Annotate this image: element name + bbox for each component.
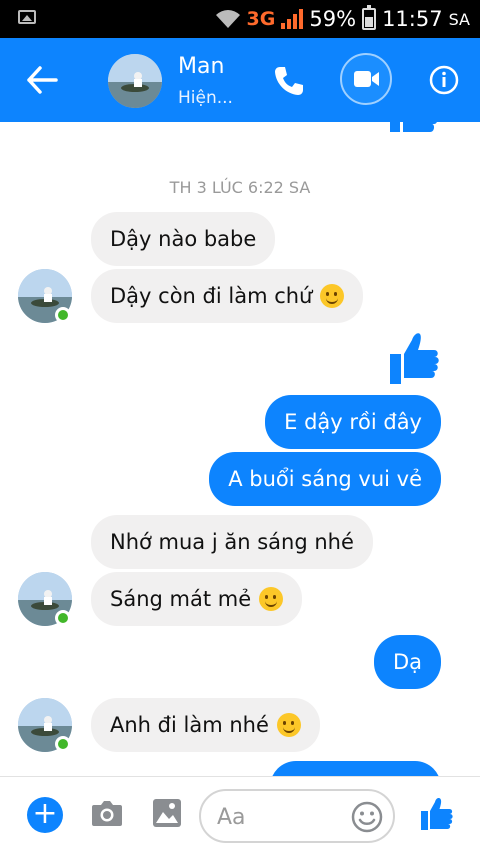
plus-icon[interactable]: +	[27, 797, 63, 833]
incoming-message-bubble[interactable]: Dậy nào babe	[91, 212, 276, 266]
message-input[interactable]	[217, 804, 347, 830]
network-type: 3G	[246, 8, 276, 30]
gallery-icon[interactable]	[152, 798, 182, 828]
wifi-icon	[215, 10, 240, 28]
smile-emoji-icon	[320, 284, 345, 308]
camera-icon[interactable]	[91, 799, 123, 827]
online-indicator	[55, 736, 71, 752]
online-indicator	[55, 307, 71, 323]
incoming-message-bubble[interactable]: Dậy còn đi làm chứ	[91, 269, 364, 323]
battery-percent: 59%	[309, 7, 357, 31]
outgoing-message-bubble[interactable]: A buổi sáng vui vẻ	[209, 452, 441, 506]
outgoing-message-bubble-partial[interactable]	[270, 761, 441, 776]
phone-icon[interactable]	[272, 64, 306, 98]
online-indicator	[55, 610, 71, 626]
incoming-message-bubble[interactable]: Sáng mát mẻ	[91, 572, 303, 626]
like-sticker-icon[interactable]	[388, 330, 440, 386]
outgoing-message-bubble[interactable]: Dạ	[373, 635, 441, 689]
contact-status: Hiện...	[178, 88, 233, 108]
message-composer: +	[0, 776, 480, 854]
kiss-emoji-icon	[259, 587, 284, 611]
clock-ampm: SA	[448, 9, 470, 29]
message-list[interactable]: TH 3 LÚC 6:22 SA Dậy nào babe Dậy còn đi…	[0, 122, 480, 776]
like-sticker-icon	[390, 122, 437, 132]
video-camera-icon	[354, 71, 379, 87]
incoming-message-bubble[interactable]: Anh đi làm nhé	[91, 698, 320, 752]
like-button-icon[interactable]	[420, 797, 454, 831]
status-bar: 3G 59% 11:57 SA	[0, 0, 480, 38]
conversation-header: Man Hiện...	[0, 38, 480, 122]
message-timestamp: TH 3 LÚC 6:22 SA	[169, 178, 311, 197]
wink-tongue-emoji-icon	[276, 713, 301, 737]
battery-icon	[362, 5, 377, 30]
gallery-notification-icon	[18, 10, 36, 24]
contact-avatar[interactable]	[108, 54, 162, 108]
message-input-box[interactable]	[199, 789, 395, 843]
emoji-picker-icon[interactable]	[351, 801, 383, 833]
info-icon[interactable]	[429, 65, 459, 95]
outgoing-message-bubble[interactable]: E dậy rồi đây	[265, 395, 441, 449]
back-arrow-icon[interactable]	[26, 66, 58, 94]
clock: 11:57	[382, 7, 443, 31]
video-call-button[interactable]	[340, 53, 392, 105]
incoming-message-bubble[interactable]: Nhớ mua j ăn sáng nhé	[91, 515, 373, 569]
contact-name[interactable]: Man	[178, 54, 224, 79]
signal-icon	[281, 9, 304, 29]
